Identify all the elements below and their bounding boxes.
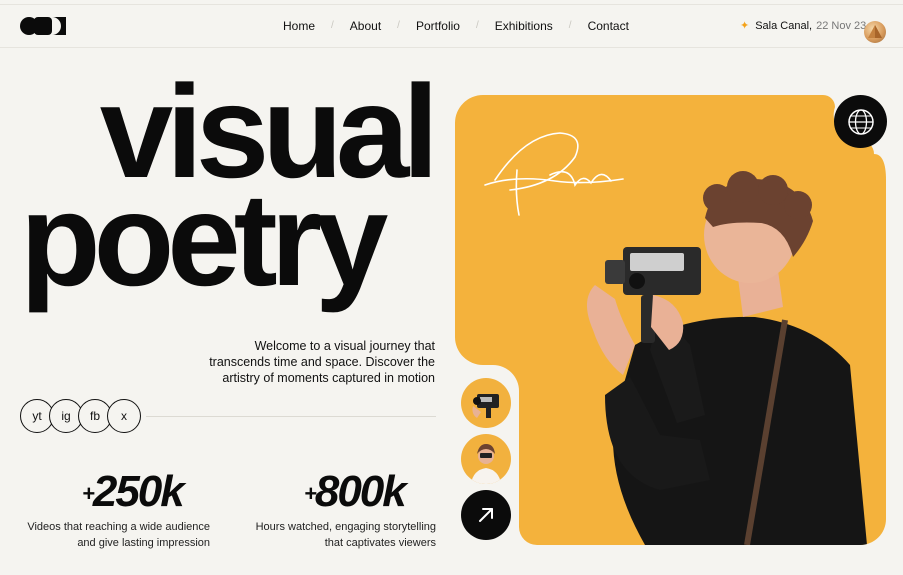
nav-separator: / [475, 19, 479, 31]
thumbnail-camera[interactable] [461, 378, 511, 428]
thumbnail-portrait[interactable] [461, 434, 511, 484]
stat-hours-description: Hours watched, engaging storytelling tha… [255, 521, 436, 549]
stat-videos-description: Videos that reaching a wide audience and… [27, 521, 210, 549]
nav-separator: / [397, 19, 400, 31]
stat-hours-value: +800k [304, 467, 407, 516]
nav-separator: / [331, 19, 334, 31]
star-icon: ✦ [740, 20, 750, 32]
stat-value: 800k [314, 467, 407, 516]
globe-icon [847, 108, 874, 135]
site-header: Home / About / Portfolio / Exhibitions /… [0, 6, 903, 48]
social-x-link[interactable]: x [107, 399, 141, 433]
event-info: ✦ Sala Canal, 22 Nov 23 [740, 19, 867, 33]
nav-separator: / [568, 19, 572, 31]
nav-home[interactable]: Home [283, 19, 315, 33]
nav-exhibitions[interactable]: Exhibitions [495, 19, 553, 33]
hero-title: visual poetry [20, 66, 460, 306]
social-links: yt ig fb x [20, 399, 141, 433]
divider [146, 416, 436, 417]
top-divider [0, 4, 903, 5]
stat-prefix: + [82, 481, 95, 506]
stat-videos-value: +250k [82, 467, 185, 516]
brand-logo-icon[interactable] [20, 14, 68, 38]
nav-contact[interactable]: Contact [588, 19, 629, 33]
avatar[interactable] [864, 21, 886, 43]
arrow-up-right-icon [479, 508, 493, 522]
main-nav: Home / About / Portfolio / Exhibitions /… [283, 19, 629, 33]
hero-intro: Welcome to a visual journey that transce… [209, 339, 435, 385]
event-venue: Sala Canal, [755, 19, 813, 32]
hero-photo [455, 95, 886, 545]
hero-image-card [455, 95, 886, 545]
stat-prefix: + [304, 481, 317, 506]
nav-portfolio[interactable]: Portfolio [416, 19, 460, 33]
language-button[interactable] [834, 95, 887, 148]
open-button[interactable] [461, 490, 511, 540]
nav-about[interactable]: About [350, 19, 381, 33]
event-date: 22 Nov 23 [816, 19, 867, 32]
stat-value: 250k [92, 467, 185, 516]
